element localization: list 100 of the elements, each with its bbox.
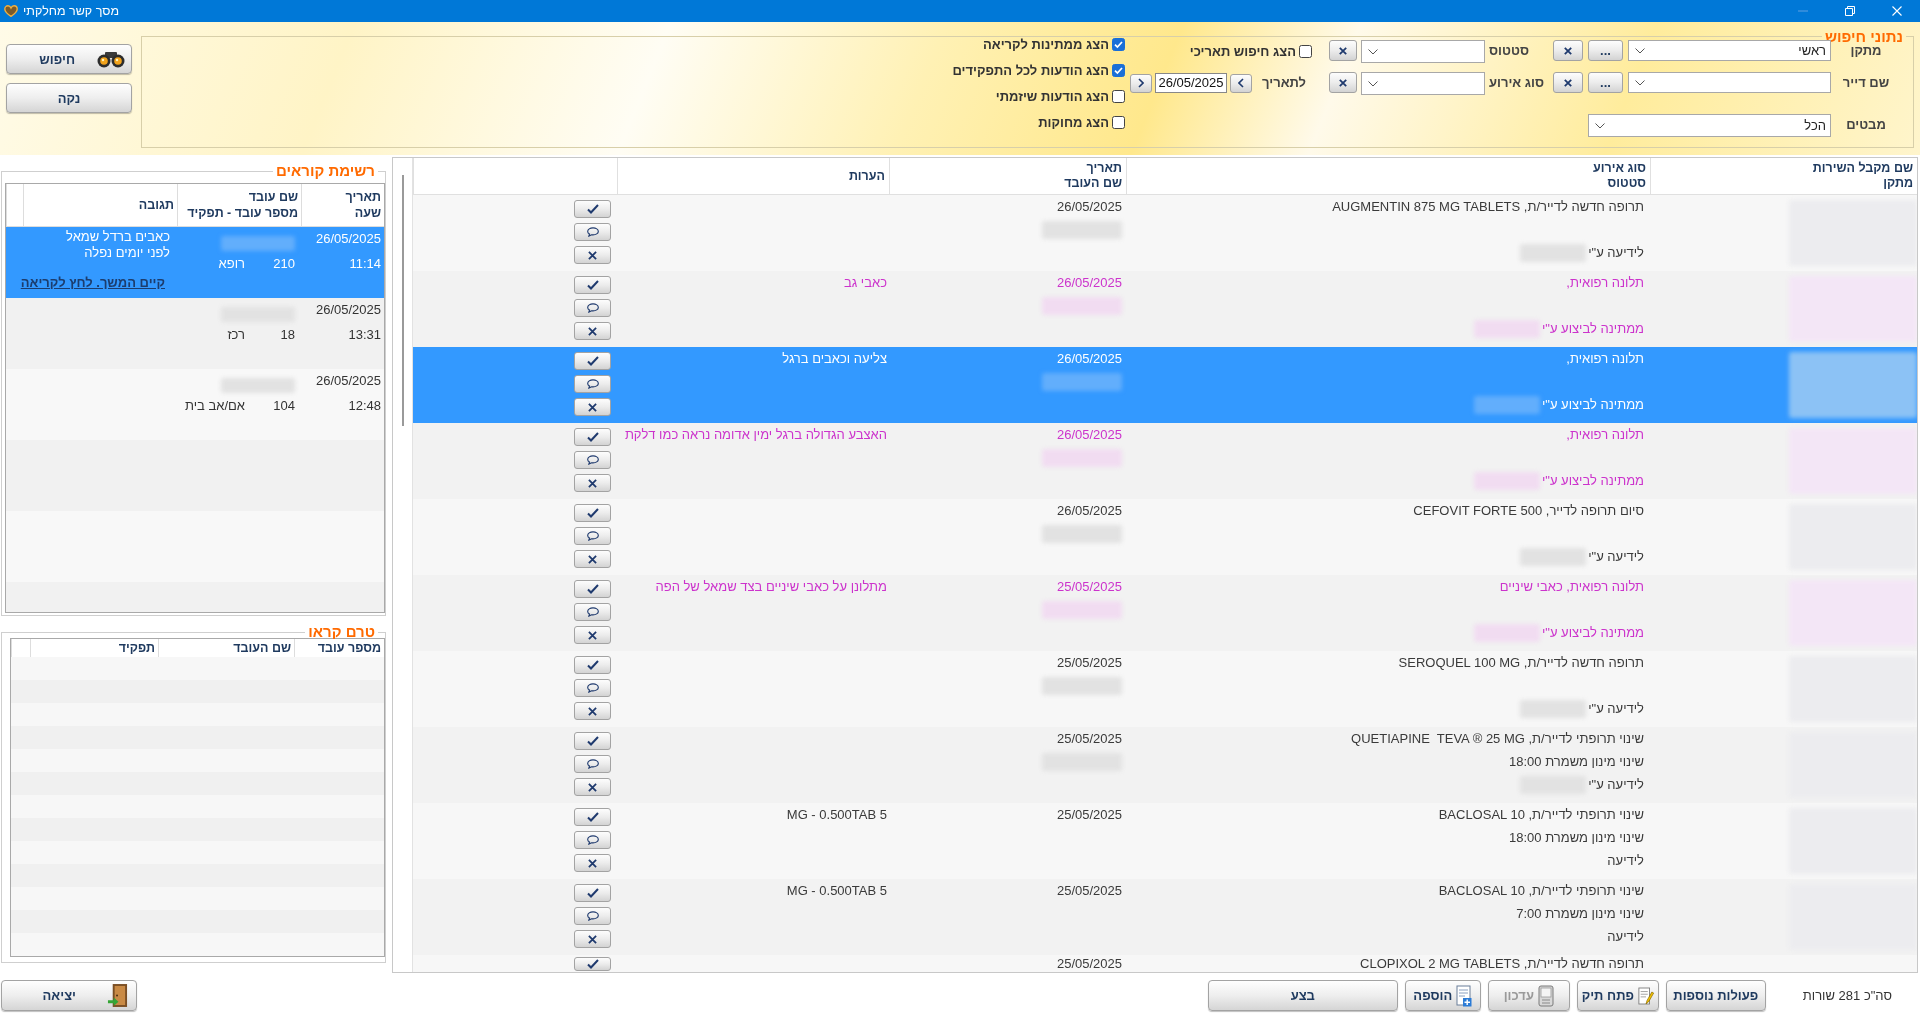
- add-button[interactable]: הוספה: [1404, 980, 1481, 1011]
- speech-bubble-icon: [586, 531, 599, 541]
- comment-button[interactable]: [574, 831, 611, 849]
- column-header: מספר עובד - תפקיד: [186, 205, 298, 221]
- status-text: לידיעה: [1607, 852, 1644, 870]
- execute-button[interactable]: בצע: [1207, 980, 1398, 1011]
- dismiss-button[interactable]: [574, 322, 611, 340]
- caret-icon: [1635, 47, 1645, 54]
- dropdown[interactable]: ראשי: [1628, 40, 1831, 61]
- field-label: סטטוס: [1489, 42, 1530, 60]
- exit-button[interactable]: יציאה: [1, 980, 137, 1011]
- document-pencil-icon: [1637, 984, 1654, 1007]
- status-text: לידיעה ע"י: [1588, 244, 1644, 262]
- browse-button[interactable]: ...: [1588, 40, 1623, 61]
- confirm-button[interactable]: [574, 580, 611, 598]
- date-text: 26/05/2025: [1056, 198, 1122, 216]
- clear-button[interactable]: נקה: [6, 83, 132, 113]
- note-text: האצבע הגדולה ברגל ימין אדומה נראה כמו דלקת: [624, 426, 887, 444]
- read-more-link[interactable]: קיים המשך. לחץ לקריאה: [20, 275, 165, 291]
- event-text: תלונה רפואית,: [1566, 426, 1644, 444]
- confirm-button[interactable]: [574, 732, 611, 750]
- column-header: סוג אירוע: [1593, 161, 1646, 176]
- comment-button[interactable]: [574, 451, 611, 469]
- check-icon: [586, 280, 599, 290]
- detail-text: שינוי מינון משמרת 7:00: [1516, 905, 1644, 923]
- confirm-button[interactable]: [574, 656, 611, 674]
- column-header: תאריך: [1086, 161, 1122, 176]
- comment-button[interactable]: [574, 907, 611, 925]
- date-step-button[interactable]: [1230, 73, 1252, 93]
- close-icon: [1564, 46, 1572, 55]
- clear-field-button[interactable]: [1553, 40, 1583, 61]
- checkbox[interactable]: [1112, 115, 1125, 129]
- check-icon: [586, 204, 599, 214]
- date-text: 25/05/2025: [1056, 806, 1122, 824]
- comment-button[interactable]: [574, 223, 611, 241]
- employee-number: 18: [279, 327, 295, 343]
- check-icon: [586, 432, 599, 442]
- check-icon: [586, 584, 599, 594]
- checkbox[interactable]: [1299, 44, 1312, 58]
- comment-button[interactable]: [574, 299, 611, 317]
- confirm-button[interactable]: [574, 428, 611, 446]
- employee-number: 210: [272, 256, 295, 272]
- date-text: 26/05/2025: [1056, 502, 1122, 520]
- dismiss-button[interactable]: [574, 930, 611, 948]
- date-text: 26/05/2025: [315, 231, 381, 247]
- document-plus-icon: [1456, 984, 1473, 1007]
- status-text: לידיעה: [1607, 928, 1644, 946]
- close-icon: [1339, 46, 1347, 55]
- dismiss-button[interactable]: [574, 398, 611, 416]
- note-text: 5 MG - 0.500TAB: [786, 806, 887, 824]
- clear-field-button[interactable]: [1329, 72, 1357, 93]
- dropdown[interactable]: הכל: [1588, 114, 1831, 137]
- dismiss-button[interactable]: [574, 626, 611, 644]
- note-text: צליעה וכאבים ברגל: [782, 350, 887, 368]
- event-text: תרופה חדשה לדייר/ת, SEROQUEL 100 MG: [1398, 654, 1644, 672]
- browse-button[interactable]: ...: [1588, 72, 1623, 93]
- dismiss-button[interactable]: [574, 246, 611, 264]
- comment-button[interactable]: [574, 755, 611, 773]
- comment-button[interactable]: [574, 375, 611, 393]
- event-text: סיום תרופה לדייר, CEFOVIT FORTE 500: [1413, 502, 1644, 520]
- open-file-button[interactable]: פתח תיק: [1576, 980, 1659, 1011]
- status-text: ממתינה לביצוע ע"י: [1541, 472, 1644, 490]
- column-header: מתקן: [1883, 176, 1913, 191]
- confirm-button[interactable]: [574, 352, 611, 370]
- dismiss-button[interactable]: [574, 550, 611, 568]
- scrollbar[interactable]: [402, 175, 404, 426]
- status-text: לידיעה ע"י: [1588, 548, 1644, 566]
- checkbox[interactable]: [1112, 89, 1125, 103]
- check-icon: [586, 959, 599, 969]
- confirm-button[interactable]: [574, 276, 611, 294]
- confirm-button[interactable]: [574, 200, 611, 218]
- checkbox[interactable]: [1112, 37, 1125, 51]
- dismiss-button[interactable]: [574, 702, 611, 720]
- comment-button[interactable]: [574, 679, 611, 697]
- comment-button[interactable]: [574, 603, 611, 621]
- column-header: הערות: [848, 168, 885, 184]
- clear-field-button[interactable]: [1329, 40, 1357, 61]
- more-actions-button[interactable]: פעולות נוספות: [1665, 980, 1766, 1011]
- dismiss-button[interactable]: [574, 778, 611, 796]
- date-step-button[interactable]: [1130, 73, 1152, 93]
- binoculars-icon: [97, 50, 125, 68]
- confirm-button[interactable]: [574, 957, 611, 971]
- clear-field-button[interactable]: [1553, 72, 1583, 93]
- checkbox-label: הצג מחוקות: [1038, 114, 1109, 130]
- status-text: לידיעה ע"י: [1588, 776, 1644, 794]
- caret-icon: [1595, 122, 1605, 129]
- search-button[interactable]: חיפוש: [6, 44, 132, 74]
- confirm-button[interactable]: [574, 884, 611, 902]
- checkbox[interactable]: [1112, 63, 1125, 77]
- confirm-button[interactable]: [574, 808, 611, 826]
- date-field[interactable]: 26/05/2025: [1155, 73, 1227, 93]
- role-text: רכז: [227, 327, 245, 343]
- date-text: 26/05/2025: [1056, 274, 1122, 292]
- confirm-button[interactable]: [574, 504, 611, 522]
- check-icon: [586, 356, 599, 366]
- status-text: ממתינה לביצוע ע"י: [1541, 396, 1644, 414]
- comment-button[interactable]: [574, 527, 611, 545]
- note-text: מתלונן על כאבי שיניים בצד שמאל של הפה: [655, 578, 887, 596]
- dismiss-button[interactable]: [574, 474, 611, 492]
- dismiss-button[interactable]: [574, 854, 611, 872]
